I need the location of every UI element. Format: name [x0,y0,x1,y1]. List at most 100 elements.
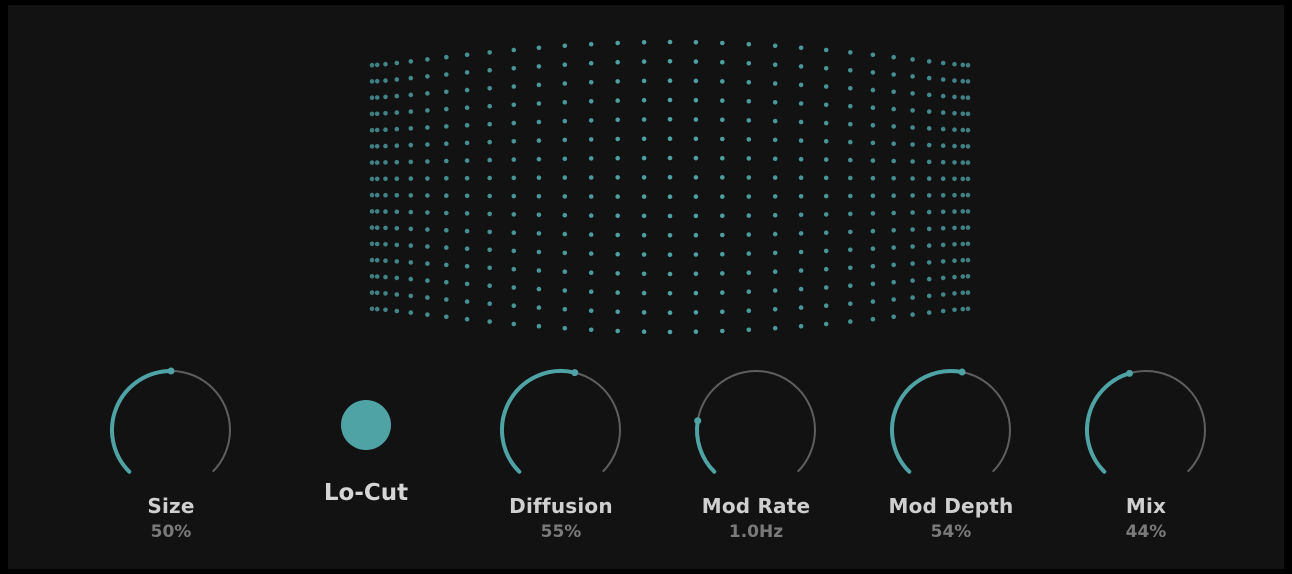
visualizer-dot [693,271,699,277]
visualizer-dot [798,156,804,162]
visualizer-dot [487,301,493,307]
visualizer-dot [394,110,400,115]
visualizer-dot [588,270,594,276]
visualizer-dot [926,142,932,148]
visualizer-dot [408,226,414,232]
visualizer-dot [720,309,725,315]
visualizer-dot [444,106,449,112]
visualizer-dot [615,309,620,315]
visualizer-dot [891,228,896,233]
visualizer-dot [960,62,966,68]
visualizer-dot [823,230,829,235]
visualizer-dot [394,60,400,66]
visualizer-dot [891,279,896,285]
visualizer-dot [798,138,804,143]
visualizer-dot [464,228,470,234]
visualizer-dot [720,328,725,334]
visualizer-dot [562,118,568,124]
visualizer-dot [588,99,594,104]
visualizer-dot [641,155,647,161]
diffusion-label: Diffusion [509,494,613,518]
visualizer-dot [408,260,414,265]
diffusion-value: 55% [540,522,582,542]
mod-rate-knob-handle[interactable] [694,417,702,425]
visualizer-dot [870,52,876,58]
visualizer-dot [746,156,752,161]
visualizer-dot [952,127,957,132]
mod-depth-knob-handle[interactable] [958,368,966,376]
visualizer-dot [394,275,400,281]
visualizer-dot [444,124,449,129]
visualizer-dot [408,59,414,64]
visualizer-dot [667,252,673,257]
visualizer-dot [926,176,932,181]
visualizer-dot [952,225,957,231]
visualizer-dot [952,291,957,296]
visualizer-dot [615,79,620,84]
visualizer-dot [394,209,400,215]
visualizer-dot [870,299,876,304]
visualizer-dot [444,193,449,198]
visualizer-dot [408,193,414,198]
visualizer-dot [615,117,620,123]
visualizer-dot [588,308,594,314]
visualizer-dot [511,66,517,71]
visualizer-dot [693,59,699,64]
diffusion-knob-handle[interactable] [571,369,579,377]
visualizer-dot [562,175,568,180]
mix-knob[interactable] [1081,365,1211,495]
visualizer-dot [615,136,620,142]
visualizer-dot [383,160,388,165]
visualizer-dot [374,290,380,296]
size-knob-handle[interactable] [167,367,175,375]
visualizer-dot [374,192,380,198]
visualizer-dot [562,156,568,162]
diffusion-knob[interactable] [496,365,626,495]
visualizer-dot [487,247,493,253]
visualizer-dot [952,143,957,149]
visualizer-dot [746,175,752,180]
visualizer-dot [926,109,932,114]
visualizer-dot [910,176,915,181]
visualizer-dot [746,308,752,314]
visualizer-dot [374,209,380,214]
visualizer-dot [952,78,957,83]
visualizer-dot [693,136,699,142]
visualizer-dot [562,43,568,49]
size-knob[interactable] [106,365,236,495]
visualizer-dot [798,82,804,88]
visualizer-dot [910,91,915,96]
visualizer-dot [394,193,400,198]
visualizer-dot [891,193,896,198]
visualizer-dot [425,261,430,266]
visualizer-dot [464,87,470,93]
visualizer-dot [848,319,853,324]
mix-knob-handle[interactable] [1126,369,1134,377]
visualizer-dot [425,159,430,164]
visualizer-dot [870,175,876,181]
visualizer-dot [536,194,542,199]
visualizer-dot [965,306,971,312]
visualizer-dot [848,139,853,145]
visualizer-dot [693,117,699,122]
visualizer-dot [965,241,971,247]
visualizer-dot [641,175,647,180]
mod-rate-knob[interactable] [691,365,821,495]
visualizer-dot [425,278,430,283]
visualizer-dot [910,159,915,164]
visualizer-dot [408,159,414,165]
visualizer-dot [408,75,414,81]
visualizer-dot [870,87,876,93]
mod-depth-knob-group: Mod Depth 54% [881,360,1021,560]
visualizer-dot [562,62,568,67]
visualizer-dot [444,176,449,181]
mod-depth-knob-value-arc [890,369,965,474]
visualizer-dot [952,94,957,100]
lo-cut-toggle[interactable] [341,400,391,450]
visualizer-dot [394,159,400,165]
mod-depth-knob[interactable] [886,365,1016,495]
visualizer-dot [383,291,388,296]
visualizer-dot [798,305,804,310]
visualizer-dot [926,92,932,98]
visualizer-dot [926,260,932,265]
